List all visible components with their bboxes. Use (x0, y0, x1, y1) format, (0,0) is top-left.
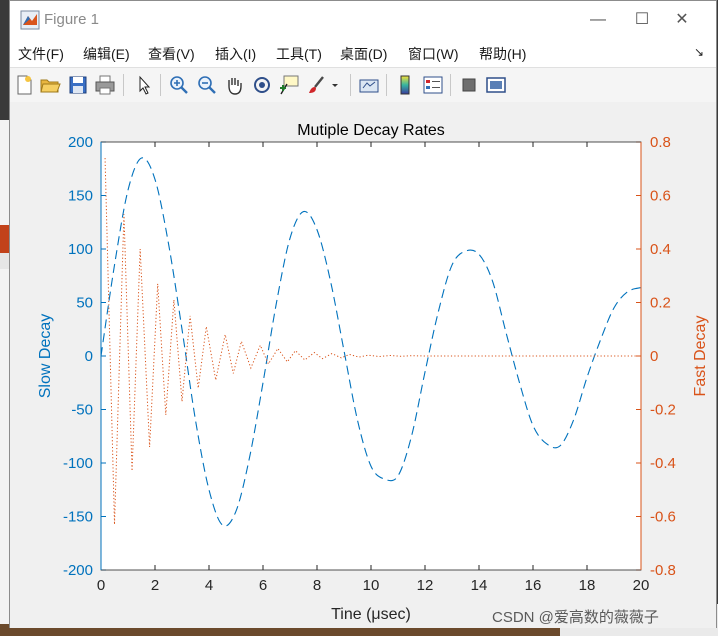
matlab-app-icon (20, 10, 40, 30)
menu-insert[interactable]: 插入(I) (215, 44, 256, 64)
save-icon[interactable] (67, 74, 89, 96)
open-file-icon[interactable] (39, 74, 61, 96)
left-y-tick-label: -150 (63, 509, 93, 526)
show-plot-tools-icon[interactable] (485, 74, 507, 96)
right-y-tick-label: -0.2 (650, 402, 676, 419)
x-tick-label: 12 (417, 577, 434, 594)
figure-canvas[interactable]: 0 2 4 6 8 10 12 14 16 18 20 -200 -150 -100 -50 0 50 100 15… (10, 102, 716, 628)
x-tick-label: 10 (363, 577, 380, 594)
chart-title: Mutiple Decay Rates (297, 122, 445, 139)
new-figure-icon[interactable] (13, 74, 35, 96)
rotate-3d-icon[interactable] (251, 74, 273, 96)
zoom-in-icon[interactable] (168, 74, 190, 96)
x-tick-label: 18 (579, 577, 596, 594)
x-tick-label: 20 (633, 577, 650, 594)
right-y-tick-label: 0.4 (650, 241, 671, 258)
right-y-tick-label: -0.8 (650, 562, 676, 579)
menu-desktop[interactable]: 桌面(D) (340, 44, 387, 64)
dock-figure-icon[interactable]: ↘ (694, 45, 704, 59)
right-y-tick-label: -0.6 (650, 509, 676, 526)
toolbar-separator (123, 74, 124, 96)
link-plot-icon[interactable] (358, 74, 380, 96)
left-y-tick-label: -50 (71, 402, 93, 419)
menu-window[interactable]: 窗口(W) (408, 44, 459, 64)
x-tick-label: 0 (97, 577, 105, 594)
right-y-tick-label: 0 (650, 348, 658, 365)
pointer-icon[interactable] (133, 74, 155, 96)
right-y-tick-label: 0.2 (650, 295, 671, 312)
x-axis-label: Tine (μsec) (331, 606, 411, 623)
close-button[interactable]: ✕ (662, 7, 702, 33)
data-cursor-icon[interactable] (278, 74, 300, 96)
left-y-tick-label: 200 (68, 134, 93, 151)
figure-toolbar (10, 67, 716, 103)
x-tick-label: 6 (259, 577, 267, 594)
menu-view[interactable]: 查看(V) (148, 44, 195, 64)
toolbar-separator (160, 74, 161, 96)
menu-help[interactable]: 帮助(H) (479, 44, 526, 64)
x-tick-label: 8 (313, 577, 321, 594)
menu-bar: 文件(F) 编辑(E) 查看(V) 插入(I) 工具(T) 桌面(D) 窗口(W… (10, 39, 716, 67)
right-y-tick-label: 0.8 (650, 134, 671, 151)
toolbar-separator (450, 74, 451, 96)
left-y-tick-label: -100 (63, 455, 93, 472)
figure-window: Figure 1 — ☐ ✕ 文件(F) 编辑(E) 查看(V) 插入(I) 工… (9, 0, 717, 628)
x-tick-label: 2 (151, 577, 159, 594)
pan-hand-icon[interactable] (223, 74, 245, 96)
colorbar-icon[interactable] (394, 74, 416, 96)
print-icon[interactable] (94, 74, 116, 96)
brush-dropdown-icon[interactable] (330, 74, 340, 96)
menu-file[interactable]: 文件(F) (18, 44, 64, 64)
brush-icon[interactable] (306, 74, 328, 96)
left-y-tick-label: 0 (85, 348, 93, 365)
maximize-button[interactable]: ☐ (622, 7, 662, 33)
hide-plot-tools-icon[interactable] (458, 74, 480, 96)
right-y-axis-label: Fast Decay (692, 316, 709, 397)
legend-icon[interactable] (422, 74, 444, 96)
menu-edit[interactable]: 编辑(E) (83, 44, 130, 64)
left-y-tick-label: 100 (68, 241, 93, 258)
csdn-watermark: CSDN @爱高数的薇薇子 (492, 609, 659, 626)
left-y-tick-label: 50 (76, 295, 93, 312)
left-y-tick-label: 150 (68, 188, 93, 205)
minimize-button[interactable]: — (578, 7, 618, 33)
toolbar-separator (350, 74, 351, 96)
x-tick-label: 16 (525, 577, 542, 594)
x-tick-label: 4 (205, 577, 213, 594)
menu-tools[interactable]: 工具(T) (276, 44, 322, 64)
left-y-tick-label: -200 (63, 562, 93, 579)
plot-svg: 0 2 4 6 8 10 12 14 16 18 20 -200 -150 -100 -50 0 50 100 15… (37, 122, 709, 623)
window-title: Figure 1 (44, 11, 100, 28)
toolbar-separator (386, 74, 387, 96)
right-y-tick-label: 0.6 (650, 188, 671, 205)
zoom-out-icon[interactable] (196, 74, 218, 96)
left-y-axis-label: Slow Decay (37, 314, 54, 398)
x-tick-label: 14 (471, 577, 488, 594)
title-bar[interactable]: Figure 1 — ☐ ✕ (10, 1, 716, 39)
right-y-tick-label: -0.4 (650, 455, 676, 472)
